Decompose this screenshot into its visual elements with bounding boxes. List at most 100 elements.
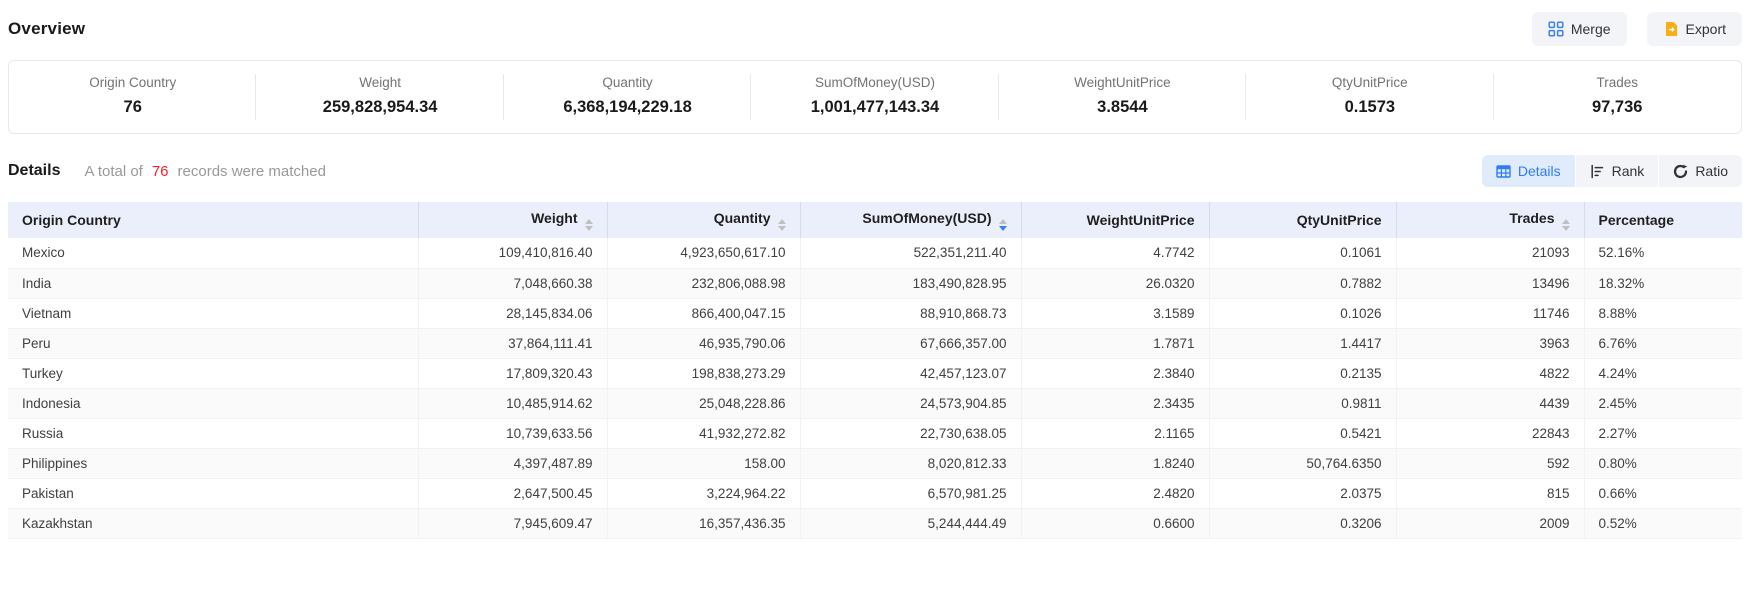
tab-details-label: Details <box>1518 163 1561 179</box>
stat-label: Weight <box>256 73 503 92</box>
tab-rank-label: Rank <box>1612 163 1645 179</box>
table-cell: 16,357,436.35 <box>607 508 800 538</box>
table-cell: 866,400,047.15 <box>607 298 800 328</box>
table-cell: 2.1165 <box>1021 418 1209 448</box>
table-cell: 7,945,609.47 <box>418 508 607 538</box>
stat-label: QtyUnitPrice <box>1246 73 1493 92</box>
records-table: Origin Country WeightQuantitySumOfMoney(U… <box>8 202 1742 539</box>
table-cell: 1.7871 <box>1021 328 1209 358</box>
table-cell: 815 <box>1396 478 1584 508</box>
table-header-row: Origin Country WeightQuantitySumOfMoney(U… <box>8 202 1742 238</box>
table-cell: 0.66% <box>1584 478 1742 508</box>
stat-value: 6,368,194,229.18 <box>504 95 751 119</box>
table-cell: 198,838,273.29 <box>607 358 800 388</box>
cell-origin-country: Mexico <box>8 238 418 268</box>
column-header-weight[interactable]: Weight <box>418 202 607 238</box>
table-cell: 8,020,812.33 <box>800 448 1021 478</box>
table-cell: 52.16% <box>1584 238 1742 268</box>
table-cell: 0.80% <box>1584 448 1742 478</box>
table-cell: 6.76% <box>1584 328 1742 358</box>
table-cell: 24,573,904.85 <box>800 388 1021 418</box>
sort-carets-icon <box>778 219 786 231</box>
column-header-quantity[interactable]: Quantity <box>607 202 800 238</box>
view-switcher: Details Rank Ratio <box>1482 155 1742 187</box>
column-header-trades[interactable]: Trades <box>1396 202 1584 238</box>
cell-origin-country: India <box>8 268 418 298</box>
bar-chart-icon <box>1590 164 1605 179</box>
table-cell: 0.9811 <box>1209 388 1396 418</box>
stat-origin-country: Origin Country 76 <box>9 73 256 121</box>
table-cell: 2.3840 <box>1021 358 1209 388</box>
stat-trades: Trades 97,736 <box>1494 73 1741 121</box>
table-cell: 3.1589 <box>1021 298 1209 328</box>
table-cell: 2,647,500.45 <box>418 478 607 508</box>
export-button-label: Export <box>1686 21 1726 37</box>
table-cell: 26.0320 <box>1021 268 1209 298</box>
table-cell: 158.00 <box>607 448 800 478</box>
topbar-actions: Merge Export <box>1532 12 1742 46</box>
table-cell: 21093 <box>1396 238 1584 268</box>
cell-origin-country: Russia <box>8 418 418 448</box>
details-title: Details <box>8 162 60 180</box>
table-cell: 0.1026 <box>1209 298 1396 328</box>
table-row: Kazakhstan7,945,609.4716,357,436.355,244… <box>8 508 1742 538</box>
sort-carets-icon <box>999 219 1007 231</box>
export-button[interactable]: Export <box>1647 12 1742 46</box>
export-icon <box>1663 21 1679 37</box>
merge-icon <box>1548 21 1564 37</box>
cell-origin-country: Indonesia <box>8 388 418 418</box>
table-cell: 17,809,320.43 <box>418 358 607 388</box>
table-cell: 4.7742 <box>1021 238 1209 268</box>
cell-origin-country: Peru <box>8 328 418 358</box>
stat-value: 97,736 <box>1494 95 1741 119</box>
table-cell: 232,806,088.98 <box>607 268 800 298</box>
table-cell: 5,244,444.49 <box>800 508 1021 538</box>
table-cell: 41,932,272.82 <box>607 418 800 448</box>
table-cell: 0.52% <box>1584 508 1742 538</box>
tab-details[interactable]: Details <box>1482 155 1575 187</box>
table-cell: 88,910,868.73 <box>800 298 1021 328</box>
tab-rank[interactable]: Rank <box>1575 155 1659 187</box>
stat-label: WeightUnitPrice <box>999 73 1246 92</box>
table-cell: 2.27% <box>1584 418 1742 448</box>
table-cell: 522,351,211.40 <box>800 238 1021 268</box>
table-cell: 2.4820 <box>1021 478 1209 508</box>
table-cell: 1.4417 <box>1209 328 1396 358</box>
table-cell: 10,739,633.56 <box>418 418 607 448</box>
column-header-sumofmoney-usd[interactable]: SumOfMoney(USD) <box>800 202 1021 238</box>
table-body: Mexico109,410,816.404,923,650,617.10522,… <box>8 238 1742 538</box>
cell-origin-country: Philippines <box>8 448 418 478</box>
table-cell: 22843 <box>1396 418 1584 448</box>
table-row: Vietnam28,145,834.06866,400,047.1588,910… <box>8 298 1742 328</box>
column-label: Origin Country <box>22 212 121 228</box>
cell-origin-country: Vietnam <box>8 298 418 328</box>
merge-button[interactable]: Merge <box>1532 12 1627 46</box>
stat-value: 259,828,954.34 <box>256 95 503 119</box>
table-head: Origin Country WeightQuantitySumOfMoney(U… <box>8 202 1742 238</box>
stat-value: 3.8544 <box>999 95 1246 119</box>
table-cell: 2.0375 <box>1209 478 1396 508</box>
merge-button-label: Merge <box>1571 21 1611 37</box>
table-cell: 7,048,660.38 <box>418 268 607 298</box>
tab-ratio[interactable]: Ratio <box>1658 155 1742 187</box>
table-cell: 13496 <box>1396 268 1584 298</box>
stat-weight: Weight 259,828,954.34 <box>256 73 503 121</box>
stat-value: 76 <box>9 95 256 119</box>
tab-ratio-label: Ratio <box>1695 163 1728 179</box>
table-cell: 592 <box>1396 448 1584 478</box>
table-cell: 4439 <box>1396 388 1584 418</box>
stat-weight-unit-price: WeightUnitPrice 3.8544 <box>999 73 1246 121</box>
table-cell: 46,935,790.06 <box>607 328 800 358</box>
records-count: 76 <box>152 163 169 180</box>
column-label: WeightUnitPrice <box>1087 212 1195 228</box>
page-title: Overview <box>8 19 85 39</box>
column-header-weightunitprice: WeightUnitPrice <box>1021 202 1209 238</box>
table-cell: 42,457,123.07 <box>800 358 1021 388</box>
page: Overview Merge <box>0 0 1750 609</box>
stat-label: Origin Country <box>9 73 256 92</box>
table-row: Philippines4,397,487.89158.008,020,812.3… <box>8 448 1742 478</box>
sort-carets-icon <box>585 219 593 231</box>
column-label: Trades <box>1509 210 1554 226</box>
stat-label: Quantity <box>504 73 751 92</box>
table-cell: 0.6600 <box>1021 508 1209 538</box>
